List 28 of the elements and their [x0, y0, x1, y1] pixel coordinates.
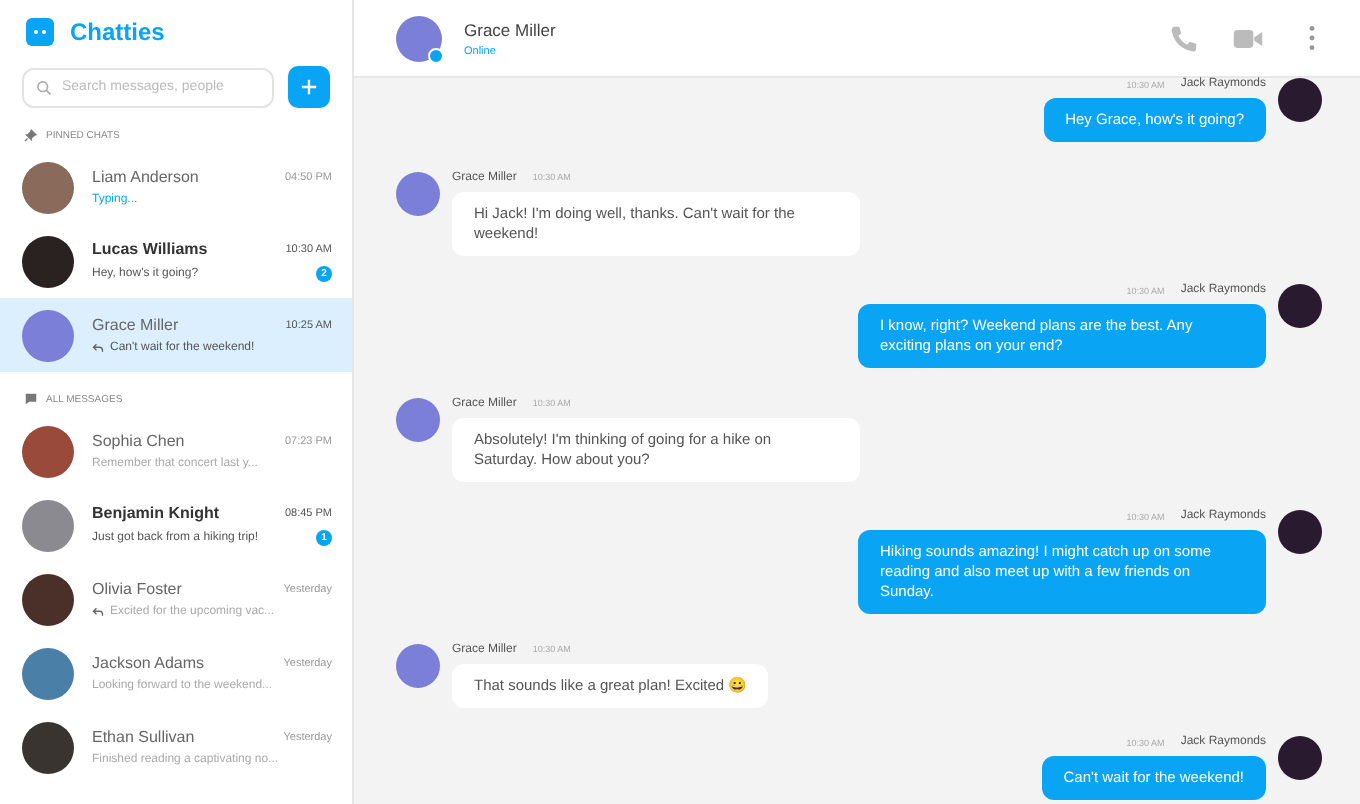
- new-chat-button[interactable]: [288, 66, 330, 108]
- more-options-icon[interactable]: [1308, 24, 1316, 52]
- contact-name: Benjamin Knight: [92, 504, 222, 522]
- contact-name: Liam Anderson: [92, 168, 201, 186]
- sender-avatar: [1278, 78, 1322, 122]
- sender-avatar: [1278, 736, 1322, 780]
- contact-name: Lucas Williams: [92, 240, 210, 258]
- chat-logo-icon: [26, 18, 54, 46]
- contact-name: Jackson Adams: [92, 654, 207, 672]
- sender-avatar: [1278, 284, 1322, 328]
- phone-icon[interactable]: [1168, 23, 1200, 53]
- app-title: Chatties: [70, 18, 165, 46]
- sender-avatar: [396, 397, 440, 441]
- contact-name: Ethan Sullivan: [92, 728, 197, 746]
- sender-avatar: [396, 171, 440, 215]
- online-dot: [428, 47, 444, 63]
- plus-icon: [300, 78, 318, 96]
- search-icon: [36, 79, 52, 95]
- contact-name: Sophia Chen: [92, 432, 187, 450]
- sender-avatar: [396, 643, 440, 687]
- contact-name: Olivia Foster: [92, 580, 184, 598]
- reply-icon: [92, 606, 104, 618]
- sender-avatar: [1278, 510, 1322, 554]
- contact-name: Grace Miller: [92, 316, 181, 334]
- contact-name: Grace Miller: [464, 19, 558, 39]
- reply-icon: [92, 342, 104, 354]
- chat-bubble-icon: [24, 392, 38, 406]
- pin-icon: [24, 128, 38, 142]
